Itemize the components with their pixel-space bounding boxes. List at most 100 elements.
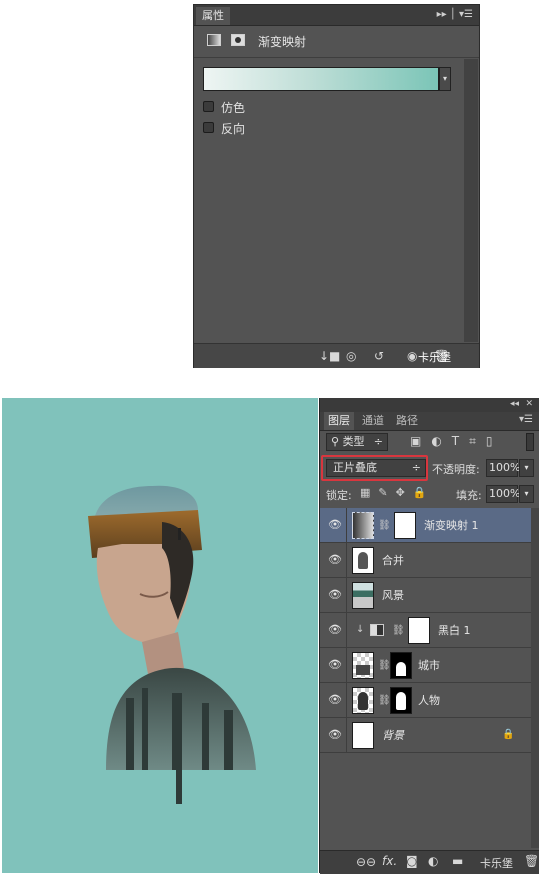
layer-thumbnail xyxy=(352,687,374,714)
layer-name[interactable]: 风景 xyxy=(382,578,404,613)
properties-tab-bar: 属性 ▸▸ │ ▾☰ xyxy=(194,5,479,26)
dither-label: 仿色 xyxy=(221,101,246,115)
layer-name[interactable]: 合并 xyxy=(382,543,404,578)
lock-icon: 🔒 xyxy=(502,729,515,740)
layer-name[interactable]: 渐变映射 1 xyxy=(424,508,479,543)
view-previous-icon[interactable]: ◎ xyxy=(346,344,356,368)
eye-icon[interactable]: 👁 xyxy=(328,624,342,636)
panel-menu-icon[interactable]: ▾☰ xyxy=(519,414,533,425)
close-icon[interactable]: ✕ xyxy=(525,399,533,409)
trash-icon[interactable]: 🗑 xyxy=(524,854,539,868)
divider xyxy=(346,613,347,648)
visibility-icon[interactable]: ◉ xyxy=(407,344,417,368)
opacity-input[interactable]: 100% xyxy=(486,459,520,477)
watermark-text: 卡乐堡 xyxy=(480,857,513,870)
gradient-map-icon[interactable] xyxy=(207,34,221,46)
layer-row-gradient-map[interactable]: 👁 ⛓ 渐变映射 1 xyxy=(320,508,531,543)
reset-icon[interactable]: ↺ xyxy=(374,344,384,368)
eye-icon[interactable]: 👁 xyxy=(328,554,342,566)
link-icon[interactable]: ⛓ xyxy=(378,683,391,718)
collapse-icon[interactable]: ◂◂ xyxy=(510,399,519,409)
gradient-picker[interactable] xyxy=(203,67,439,91)
divider xyxy=(346,648,347,683)
filter-kind-icons[interactable]: ▣◐T⌗▯ xyxy=(410,434,503,449)
double-exposure-artwork xyxy=(88,485,256,804)
layer-name[interactable]: 城市 xyxy=(418,648,440,683)
layer-name[interactable]: 人物 xyxy=(418,683,440,718)
filter-toggle[interactable] xyxy=(526,433,534,451)
chevron-icon: ÷ xyxy=(373,435,383,448)
link-icon[interactable]: ⛓ xyxy=(378,508,391,543)
eye-icon[interactable]: 👁 xyxy=(328,729,342,741)
mask-thumbnail xyxy=(394,512,416,539)
mask-thumbnail xyxy=(408,617,430,644)
properties-panel: 属性 ▸▸ │ ▾☰ 渐变映射 ▾ 仿色 反向 ↓■ ◎ ↺ ◉ 🗑 卡乐堡 xyxy=(193,4,480,368)
fill-label: 填充: xyxy=(456,489,482,502)
layer-row-merged[interactable]: 👁 合并 xyxy=(320,543,531,578)
lock-label: 锁定: xyxy=(326,489,352,502)
gradient-dropdown-button[interactable]: ▾ xyxy=(439,67,451,91)
layer-thumbnail xyxy=(352,582,374,609)
layers-panel: ◂◂ ✕ 图层 通道 路径 ▾☰ ⚲ 类型 ÷ ▣◐T⌗▯ 正片叠底 ÷ 不透明度:… xyxy=(319,398,539,874)
fx-icon[interactable]: fx. xyxy=(382,854,397,868)
scrollbar[interactable] xyxy=(464,59,478,342)
adjustment-layer-icon[interactable]: ◐ xyxy=(428,854,438,868)
layer-row-landscape[interactable]: 👁 风景 xyxy=(320,578,531,613)
clipping-arrow-icon: ↓ xyxy=(356,624,365,635)
divider xyxy=(346,683,347,718)
dither-checkbox[interactable] xyxy=(203,101,214,112)
group-icon[interactable]: ▬ xyxy=(452,854,463,868)
reverse-label: 反向 xyxy=(221,122,246,136)
mask-thumbnail xyxy=(390,652,412,679)
layer-thumbnail xyxy=(352,652,374,679)
lock-options-icons[interactable]: ▦✎✥🔒 xyxy=(360,486,435,499)
link-layers-icon[interactable]: ⊖⊖ xyxy=(356,855,376,869)
search-icon: ⚲ xyxy=(331,435,343,448)
layer-row-background[interactable]: 👁 背景 🔒 xyxy=(320,718,531,753)
panel-menu-icon[interactable]: ▸▸ │ ▾☰ xyxy=(437,7,473,23)
divider xyxy=(346,543,347,578)
document-canvas[interactable] xyxy=(2,398,318,873)
mask-icon[interactable] xyxy=(231,34,245,46)
layers-tab-bar: 图层 通道 路径 ▾☰ xyxy=(320,412,539,431)
divider xyxy=(194,57,479,58)
link-icon[interactable]: ⛓ xyxy=(378,648,391,683)
eye-icon[interactable]: 👁 xyxy=(328,589,342,601)
fill-input[interactable]: 100% xyxy=(486,485,520,503)
link-icon[interactable]: ⛓ xyxy=(392,613,405,648)
eye-icon[interactable]: 👁 xyxy=(328,519,342,531)
opacity-label: 不透明度: xyxy=(432,463,480,476)
divider xyxy=(346,578,347,613)
scrollbar[interactable] xyxy=(531,508,539,848)
add-mask-icon[interactable]: ◙ xyxy=(406,854,418,868)
panel-collapse-bar: ◂◂ ✕ xyxy=(320,398,539,412)
layer-thumbnail xyxy=(352,547,374,574)
mask-thumbnail xyxy=(390,687,412,714)
clip-to-layer-icon[interactable]: ↓■ xyxy=(319,344,340,368)
filter-type-label: 类型 xyxy=(342,435,365,448)
tab-layers[interactable]: 图层 xyxy=(324,412,354,430)
layer-name[interactable]: 背景 xyxy=(382,718,404,753)
properties-bottom-bar: ↓■ ◎ ↺ ◉ 🗑 卡乐堡 xyxy=(194,343,479,368)
divider xyxy=(346,718,347,753)
tab-paths[interactable]: 路径 xyxy=(392,412,422,430)
layer-name[interactable]: 黑白 1 xyxy=(438,613,471,648)
layer-list: 👁 ⛓ 渐变映射 1 👁 合并 👁 风景 👁 ↓ ⛓ 黑白 1 👁 ⛓ 城市 👁… xyxy=(320,508,531,848)
layer-row-black-white[interactable]: 👁 ↓ ⛓ 黑白 1 xyxy=(320,613,531,648)
fill-dropdown[interactable]: ▾ xyxy=(519,485,534,503)
layer-thumbnail xyxy=(352,722,374,749)
blend-mode-highlight xyxy=(321,455,428,481)
adjustment-title: 渐变映射 xyxy=(258,35,307,49)
layers-bottom-bar: ⊖⊖ fx. ◙ ◐ ▬ 卡乐堡 🗑 xyxy=(320,850,539,874)
tab-properties[interactable]: 属性 xyxy=(196,7,230,25)
layer-row-city[interactable]: 👁 ⛓ 城市 xyxy=(320,648,531,683)
opacity-dropdown[interactable]: ▾ xyxy=(519,459,534,477)
tab-channels[interactable]: 通道 xyxy=(358,412,388,430)
eye-icon[interactable]: 👁 xyxy=(328,659,342,671)
layer-row-person[interactable]: 👁 ⛓ 人物 xyxy=(320,683,531,718)
black-white-adjustment-icon xyxy=(370,624,384,636)
filter-type-select[interactable]: ⚲ 类型 ÷ xyxy=(326,433,388,451)
reverse-checkbox[interactable] xyxy=(203,122,214,133)
adjustment-thumbnail xyxy=(352,512,374,539)
eye-icon[interactable]: 👁 xyxy=(328,694,342,706)
